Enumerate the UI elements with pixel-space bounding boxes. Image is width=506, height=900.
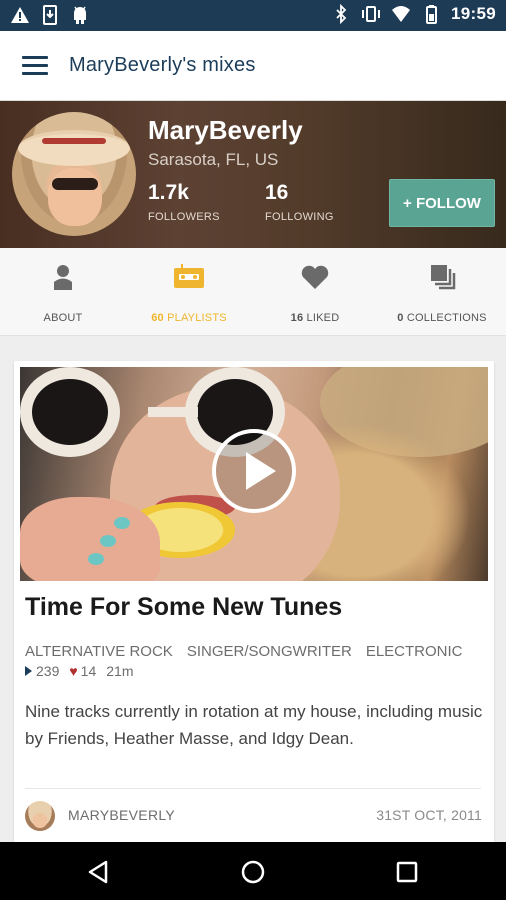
heart-icon: [301, 265, 329, 289]
tab-about-label: ABOUT: [43, 312, 83, 324]
play-count-icon: [25, 666, 32, 676]
bluetooth-icon: [336, 4, 347, 24]
mix-duration: 21m: [106, 663, 134, 679]
followers-stat[interactable]: 1.7k FOLLOWERS: [148, 181, 220, 223]
genre-tag[interactable]: ELECTRONIC: [366, 643, 463, 660]
mix-stats: 239 ♥ 14 21m: [25, 663, 133, 679]
tab-playlists[interactable]: 60 PLAYLISTS: [126, 248, 252, 336]
status-time: 19:59: [451, 4, 496, 23]
person-icon: [54, 265, 72, 290]
tab-collections[interactable]: 0 COLLECTIONS: [378, 248, 506, 336]
likes-stat: ♥ 14: [69, 663, 96, 679]
mix-description: Nine tracks currently in rotation at my …: [25, 702, 483, 748]
page-title: MaryBeverly's mixes: [69, 54, 256, 76]
tab-collections-label: COLLECTIONS: [406, 312, 487, 324]
download-icon: [43, 5, 57, 25]
wifi-icon: [392, 6, 411, 22]
tab-collections-count: 0: [397, 312, 404, 324]
profile-tabs: ABOUT 60 PLAYLISTS 16 LIKED 0 COLLECTION…: [0, 248, 506, 336]
mix-title[interactable]: Time For Some New Tunes: [25, 593, 342, 622]
genre-tag[interactable]: SINGER/SONGWRITER: [187, 643, 352, 660]
post-date: 31ST OCT, 2011: [376, 807, 482, 823]
profile-name: MaryBeverly: [148, 115, 303, 145]
profile-avatar[interactable]: [12, 112, 136, 236]
android-icon: [74, 6, 86, 24]
recents-icon[interactable]: [392, 857, 422, 887]
following-label: FOLLOWING: [265, 211, 334, 223]
mix-cover-image[interactable]: [20, 367, 488, 581]
following-count: 16: [265, 181, 289, 204]
plays-count: 239: [36, 663, 60, 679]
likes-count: 14: [80, 663, 97, 679]
tab-liked[interactable]: 16 LIKED: [252, 248, 378, 336]
likes-heart-icon: ♥: [69, 663, 78, 679]
divider: [25, 788, 481, 789]
tab-playlists-count: 60: [151, 312, 164, 324]
warning-icon: [11, 7, 29, 23]
author-name[interactable]: MARYBEVERLY: [68, 807, 175, 823]
followers-count: 1.7k: [148, 181, 189, 204]
mix-genres: ALTERNATIVE ROCK SINGER/SONGWRITER ELECT…: [25, 643, 463, 660]
home-icon[interactable]: [238, 857, 268, 887]
genre-tag[interactable]: ALTERNATIVE ROCK: [25, 643, 173, 660]
profile-header: MaryBeverly Sarasota, FL, US 1.7k FOLLOW…: [0, 101, 506, 248]
system-nav-bar: [0, 842, 506, 900]
app-bar: MaryBeverly's mixes: [0, 31, 506, 101]
collections-icon: [431, 265, 456, 290]
battery-icon: [426, 5, 438, 24]
cassette-icon: [174, 264, 204, 288]
follow-button[interactable]: + FOLLOW: [389, 179, 495, 227]
following-stat[interactable]: 16 FOLLOWING: [265, 181, 334, 223]
author-avatar[interactable]: [25, 801, 55, 831]
tab-about[interactable]: ABOUT: [0, 248, 126, 336]
tab-liked-count: 16: [290, 312, 304, 324]
plays-stat: 239: [25, 663, 59, 679]
mix-card[interactable]: Time For Some New Tunes ALTERNATIVE ROCK…: [14, 361, 494, 851]
profile-location: Sarasota, FL, US: [148, 150, 279, 169]
followers-label: FOLLOWERS: [148, 211, 220, 223]
vibrate-icon: [362, 6, 381, 22]
tab-playlists-label: PLAYLISTS: [167, 312, 227, 324]
status-bar: 19:59: [0, 0, 506, 31]
play-button[interactable]: [212, 429, 296, 513]
back-icon[interactable]: [84, 857, 114, 887]
hamburger-menu-icon[interactable]: [20, 53, 50, 79]
tab-liked-label: LIKED: [306, 312, 340, 324]
